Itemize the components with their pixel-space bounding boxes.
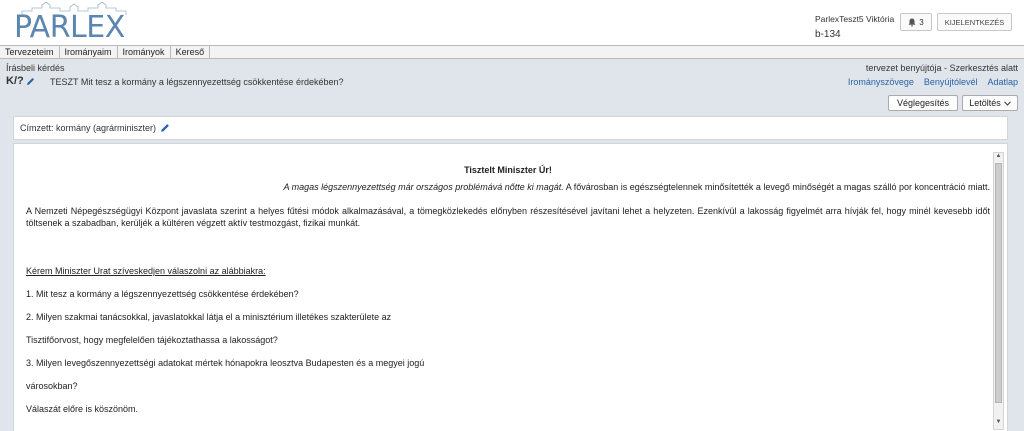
download-label: Letöltés [969,98,1001,108]
intro-paragraph: A magas légszennyezettség már országos p… [26,181,990,193]
recipient-label: Címzett: kormány (agrárminiszter) [20,123,157,133]
notification-count: 3 [919,17,924,27]
document-body: Tisztelt Miniszter Úr! A magas légszenny… [26,164,990,426]
chevron-down-icon [1003,100,1011,106]
document-links: Irományszövege Benyújtólevél Adatlap [848,77,1018,87]
user-info: ParlexTeszt5 Viktória b-134 [815,14,894,40]
link-iromany-szovege[interactable]: Irományszövege [848,77,914,87]
notifications-button[interactable]: 3 [900,13,932,31]
document-title: TESZT Mit tesz a kormány a légszennyezet… [50,77,344,87]
menu-item-iromanyok[interactable]: Irományok [118,46,171,58]
main-menu: Tervezeteim Irományaim Irományok Kereső [0,45,1024,59]
request-line: Kérem Miniszter Urat szíveskedjen válasz… [26,265,990,277]
link-adatlap[interactable]: Adatlap [987,77,1018,87]
question-3b: városokban? [26,381,78,391]
parlex-logo[interactable]: PARLEX [8,2,138,45]
recipient-panel: Címzett: kormány (agrárminiszter) [13,116,1008,140]
logout-button[interactable]: KIJELENTKEZÉS [937,13,1012,31]
download-button[interactable]: Letöltés [962,95,1018,111]
menu-item-tervezeteim[interactable]: Tervezeteim [0,46,60,58]
question-1: 1. Mit tesz a kormány a légszennyezettsé… [26,289,299,299]
intro-rest: A fővárosban is egészségtelennek minősít… [563,182,990,192]
user-name: ParlexTeszt5 Viktória [815,14,895,24]
menu-item-kereso[interactable]: Kereső [171,46,211,58]
bell-icon [908,18,916,27]
header: PARLEX ParlexTeszt5 Viktória b-134 3 KIJ… [0,0,1024,45]
edit-pencil-icon[interactable] [26,77,35,86]
question-2a: 2. Milyen szakmai tanácsokkal, javaslato… [26,312,392,322]
document-id-block: K/? [6,75,35,87]
content-scrollbar[interactable]: ▲ ▼ [993,152,1004,430]
edit-recipient-icon[interactable] [160,123,170,133]
finalize-button[interactable]: Véglegesítés [888,95,958,111]
closing-line: Válaszát előre is köszönöm. [26,404,139,414]
scroll-thumb[interactable] [995,163,1002,403]
question-2b: Tisztifőorvost, hogy megfelelően tájékoz… [26,335,278,345]
question-3a: 3. Milyen levegőszennyezettségi adatokat… [26,358,425,368]
user-code: b-134 [815,29,841,40]
link-benyujtolevel[interactable]: Benyújtólevél [924,77,978,87]
scroll-up-arrow-icon[interactable]: ▲ [994,153,1003,163]
logo-text: PARLEX [14,10,125,45]
main-paragraph: A Nemzeti Népegészségügyi Központ javasl… [26,206,990,228]
document-status: tervezet benyújtója - Szerkesztés alatt [865,63,1018,73]
scroll-down-arrow-icon[interactable]: ▼ [994,419,1003,429]
document-content-panel: Tisztelt Miniszter Úr! A magas légszenny… [13,143,1008,431]
request-text: Kérem Miniszter Urat szíveskedjen válasz… [26,266,266,276]
salutation: Tisztelt Miniszter Úr! [464,165,552,175]
menu-item-iromanyaim[interactable]: Irományaim [60,46,118,58]
document-id: K/? [6,75,24,87]
intro-italic: A magas légszennyezettség már országos p… [283,182,564,192]
document-type: Írásbeli kérdés [6,63,65,73]
